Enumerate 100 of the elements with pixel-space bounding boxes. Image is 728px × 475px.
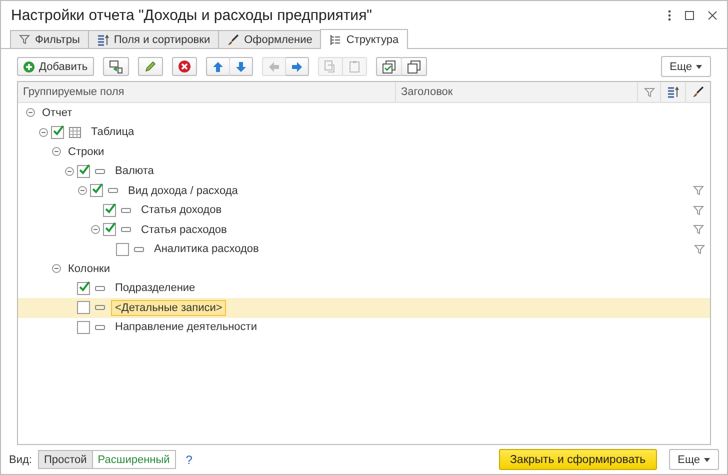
- checkbox[interactable]: [77, 320, 90, 334]
- close-and-generate-button[interactable]: Закрыть и сформировать: [498, 449, 657, 470]
- tab[interactable]: Структура: [320, 29, 408, 49]
- collapse-icon[interactable]: [90, 225, 100, 234]
- arrow-left-icon: [268, 60, 280, 72]
- more-icon[interactable]: [668, 10, 671, 21]
- column-header[interactable]: Группируемые поля: [18, 82, 396, 102]
- arrow-right-icon: [290, 60, 303, 72]
- collapse-icon[interactable]: [26, 108, 34, 118]
- tree-row[interactable]: Аналитика расходов: [18, 240, 710, 259]
- tree-item-label: Статья доходов: [140, 203, 223, 218]
- help-link[interactable]: ?: [186, 452, 192, 466]
- field-icon: [95, 324, 105, 330]
- tree-row[interactable]: Строки: [18, 142, 710, 162]
- arrow-down-icon: [234, 60, 247, 72]
- collapse-icon[interactable]: [52, 264, 60, 274]
- tree-item-label: Колонки: [67, 262, 111, 277]
- uncheck-all-icon: [406, 60, 421, 74]
- tree-row[interactable]: Направление деятельности: [18, 318, 710, 337]
- filter-icon: [644, 86, 654, 98]
- caret-icon: [704, 458, 710, 462]
- checkbox[interactable]: [103, 223, 116, 236]
- tree-item-label: Таблица: [90, 125, 136, 140]
- copy-icon: [324, 60, 337, 73]
- tree-row[interactable]: Вид дохода / расхода: [18, 181, 710, 200]
- edit-button[interactable]: [138, 57, 163, 76]
- pencil-icon: [144, 60, 157, 73]
- checkbox[interactable]: [77, 164, 90, 178]
- checkbox[interactable]: [77, 301, 90, 314]
- brush-icon: [227, 34, 240, 46]
- tree-item-label: Валюта: [114, 164, 155, 180]
- tab[interactable]: Поля и сортировки: [88, 30, 220, 48]
- tree-row[interactable]: <Детальные записи>: [18, 298, 710, 318]
- close-icon[interactable]: [708, 11, 717, 20]
- paste-icon: [348, 60, 361, 73]
- group-button[interactable]: [102, 57, 129, 76]
- checkbox[interactable]: [116, 242, 129, 256]
- collapse-icon[interactable]: [38, 128, 48, 137]
- more-button[interactable]: Еще: [660, 56, 711, 77]
- checkbox[interactable]: [90, 184, 103, 198]
- caret-icon: [696, 64, 702, 69]
- field-icon: [108, 188, 118, 194]
- column-header[interactable]: Заголовок: [396, 82, 638, 102]
- field-icon: [95, 168, 105, 174]
- field-icon: [121, 208, 131, 213]
- checkbox[interactable]: [51, 126, 64, 139]
- maximize-icon[interactable]: [685, 11, 694, 20]
- delete-icon: [178, 60, 191, 73]
- up-button[interactable]: [206, 57, 230, 76]
- table-icon: [69, 126, 81, 138]
- tab[interactable]: Фильтры: [10, 30, 89, 48]
- filter-icon: [693, 185, 704, 196]
- more-button[interactable]: Еще: [668, 449, 719, 470]
- check-all-button[interactable]: [376, 57, 402, 76]
- sort-icon: [667, 86, 679, 98]
- field-icon: [121, 227, 131, 232]
- tree-item-label: <Детальные записи>: [111, 300, 226, 316]
- field-icon: [95, 305, 105, 310]
- uncheck-all-button[interactable]: [400, 57, 427, 76]
- right-button[interactable]: [284, 57, 309, 76]
- view-option[interactable]: Расширенный: [92, 450, 176, 469]
- tree-item-label: Аналитика расходов: [153, 242, 260, 258]
- collapse-icon[interactable]: [64, 166, 74, 176]
- tree-item-label: Вид дохода / расхода: [127, 184, 239, 199]
- filter-icon: [694, 244, 705, 255]
- down-button[interactable]: [228, 57, 253, 76]
- plus-icon: [23, 60, 35, 72]
- tree-item-label: Строки: [67, 144, 106, 160]
- field-icon: [95, 286, 105, 291]
- structure-icon: [329, 34, 342, 46]
- add-group-icon: [108, 60, 123, 74]
- collapse-icon[interactable]: [78, 186, 86, 196]
- tree-row[interactable]: Отчет: [18, 103, 710, 122]
- view-label: Вид:: [9, 454, 32, 466]
- filter-icon: [693, 204, 704, 216]
- tree-row[interactable]: Колонки: [18, 259, 710, 278]
- tree-item-label: Отчет: [41, 106, 74, 121]
- arrow-up-icon: [212, 60, 224, 72]
- tree-item-label: Подразделение: [114, 281, 196, 296]
- collapse-icon[interactable]: [52, 147, 60, 156]
- filter-icon: [19, 34, 30, 45]
- tree-row[interactable]: Статья доходов: [18, 200, 710, 220]
- tree-row[interactable]: Таблица: [18, 122, 710, 142]
- sort-icon: [96, 34, 109, 46]
- tree-row[interactable]: Подразделение: [18, 278, 710, 298]
- checkbox[interactable]: [103, 204, 116, 217]
- tree-item-label: Статья расходов: [140, 222, 228, 238]
- tab[interactable]: Оформление: [218, 30, 322, 48]
- tree-row[interactable]: Статья расходов: [18, 220, 710, 240]
- tree-item-label: Направление деятельности: [114, 320, 258, 336]
- tree-row[interactable]: Валюта: [18, 162, 710, 181]
- checkbox[interactable]: [77, 282, 90, 295]
- add-button[interactable]: Добавить: [17, 57, 94, 76]
- filter-icon: [693, 224, 704, 236]
- view-option[interactable]: Простой: [38, 450, 93, 469]
- check-all-icon: [382, 60, 396, 74]
- field-icon: [134, 246, 144, 252]
- window-title: Настройки отчета "Доходы и расходы предприятия": [11, 7, 374, 24]
- brush-icon: [692, 86, 704, 98]
- delete-button[interactable]: [172, 57, 197, 76]
